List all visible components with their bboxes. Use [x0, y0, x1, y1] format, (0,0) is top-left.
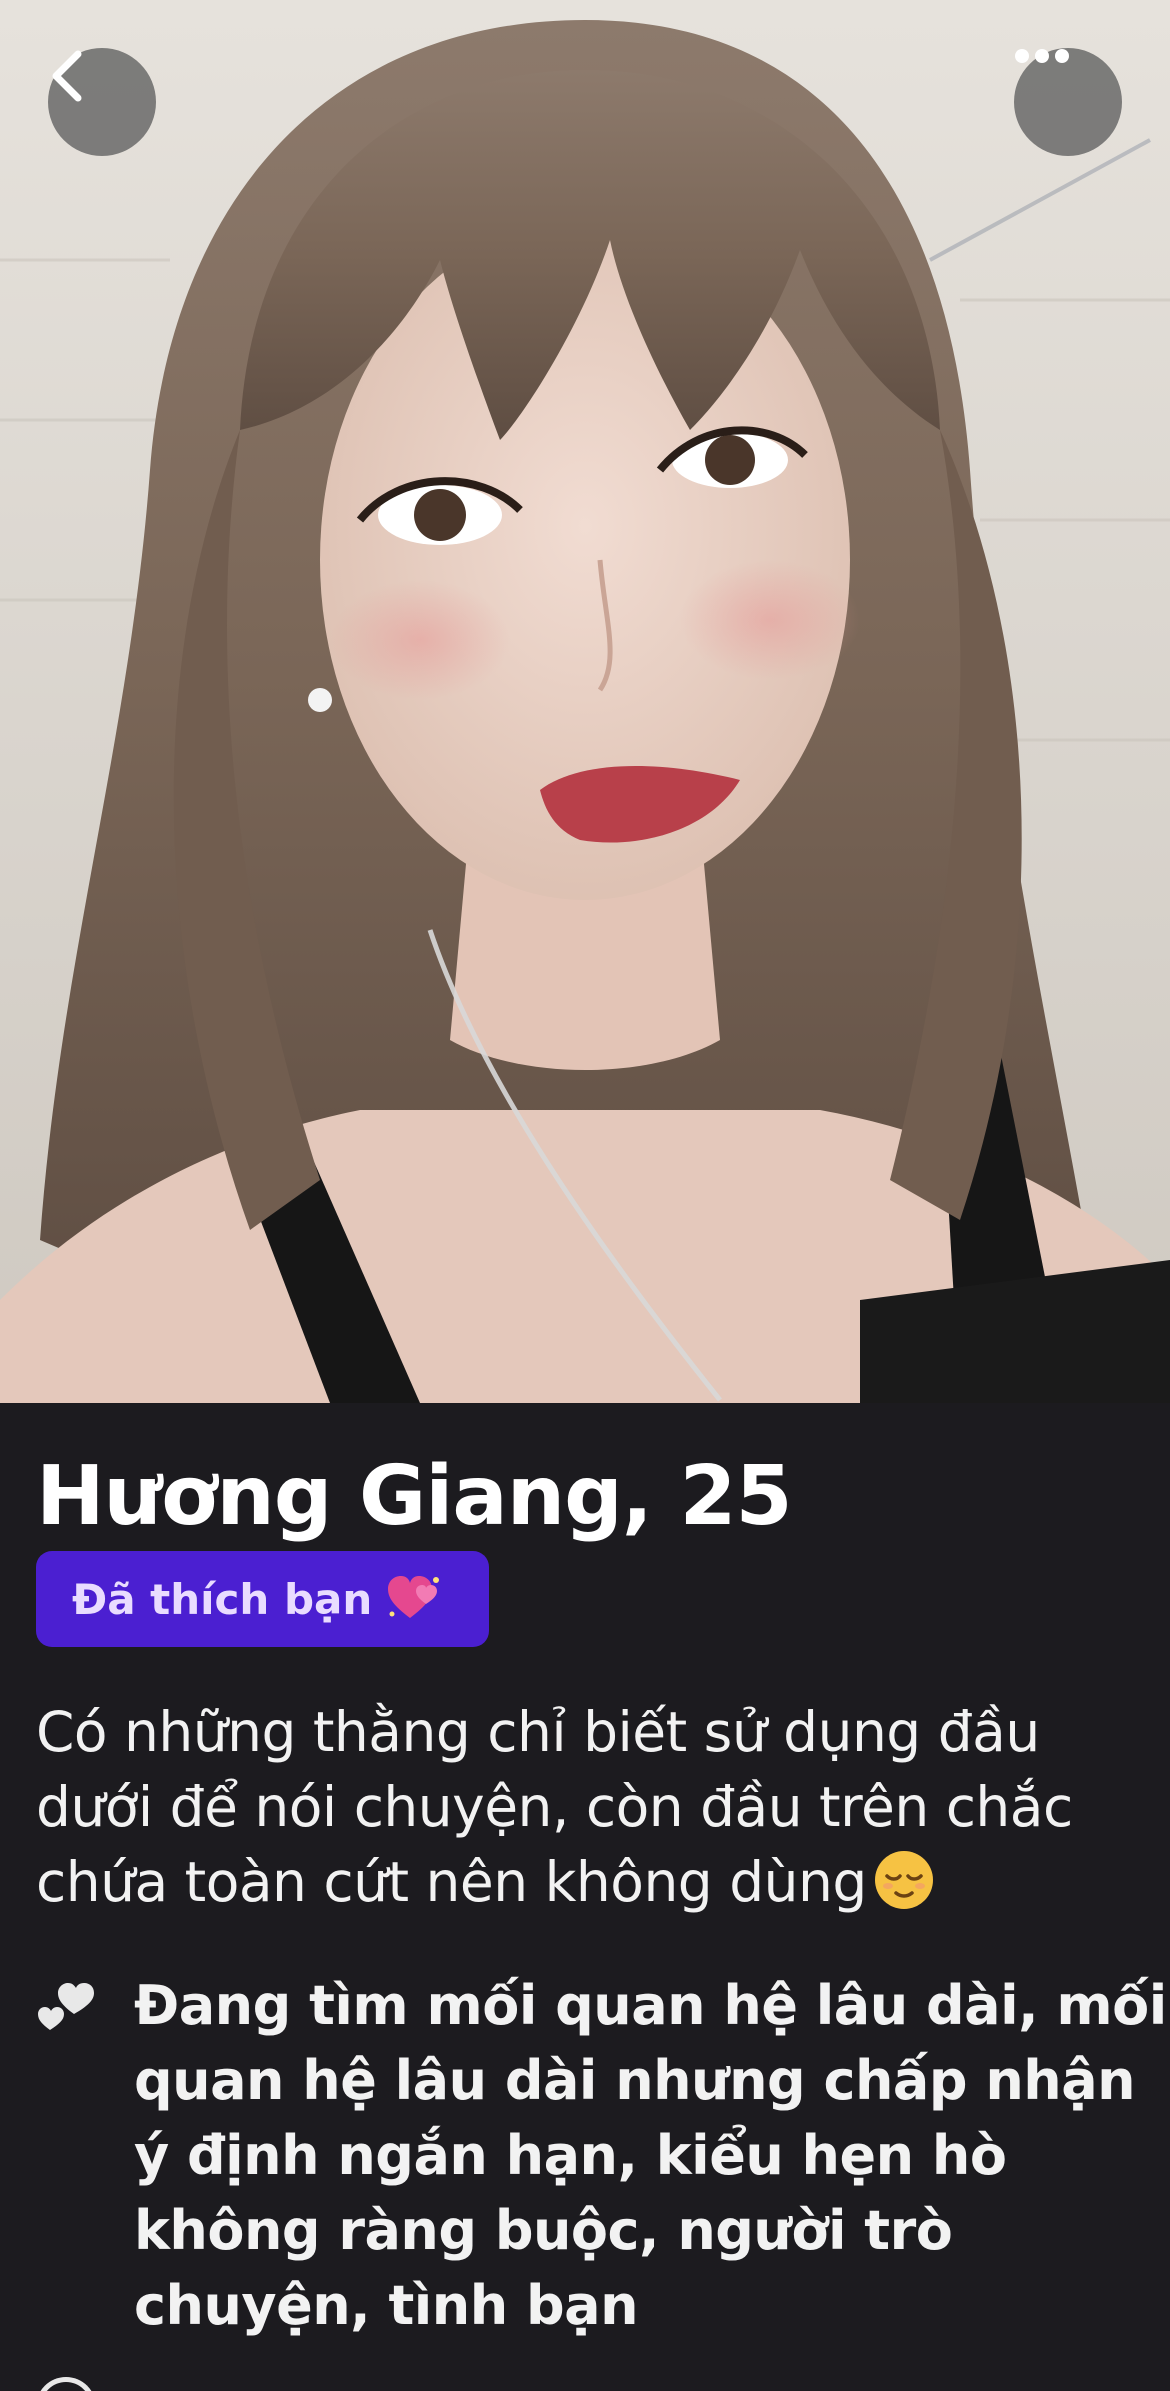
ellipsis-icon	[1015, 49, 1069, 63]
relationship-goal-text: Đang tìm mối quan hệ lâu dài, mối quan h…	[134, 1974, 1167, 2337]
back-button[interactable]	[48, 48, 156, 156]
liked-you-badge: Đã thích bạn	[36, 1551, 489, 1647]
chevron-left-icon	[52, 50, 82, 102]
relieved-face-icon	[873, 1849, 935, 1930]
sparkling-heart-icon	[386, 1574, 442, 1624]
two-hearts-icon	[36, 1978, 96, 2038]
profile-screen: Hương Giang, 25 Đã thích bạn Có những th…	[0, 0, 1170, 2391]
next-section-icon	[36, 2377, 96, 2391]
profile-name-age: Hương Giang, 25	[36, 1449, 793, 1544]
liked-you-label: Đã thích bạn	[72, 1574, 373, 1624]
profile-bio: Có những thằng chỉ biết sử dụng đầu dưới…	[36, 1695, 1146, 1930]
more-options-button[interactable]	[1014, 48, 1122, 156]
profile-photo-image	[0, 20, 1170, 1403]
profile-photo[interactable]	[0, 0, 1170, 1403]
profile-info: Hương Giang, 25 Đã thích bạn Có những th…	[0, 1403, 1170, 2391]
